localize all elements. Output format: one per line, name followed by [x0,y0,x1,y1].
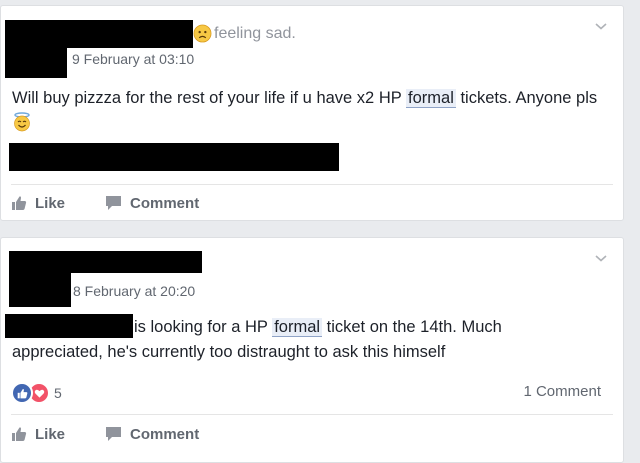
comment-button[interactable]: Comment [105,195,199,212]
thumbs-up-icon [12,196,27,210]
post-actions: Like Comment [11,188,239,218]
chevron-down-icon[interactable] [593,250,609,266]
comment-label: Comment [130,194,200,212]
highlighted-link[interactable]: formal [406,89,456,108]
comment-button[interactable]: Comment [105,426,199,443]
comment-bubble-icon [106,427,122,441]
post-card: 8 February at 20:20 is looking for a HP … [0,237,624,463]
like-reaction-icon [11,382,33,404]
feeling-text: feeling sad. [214,24,296,42]
redacted-name [5,20,193,48]
like-button[interactable]: Like [11,426,65,443]
chevron-down-icon[interactable] [593,18,609,34]
redacted-avatar [5,48,67,78]
highlighted-link[interactable]: formal [272,318,323,337]
redacted-name [9,251,202,273]
redacted-content [9,143,339,171]
post-text-line-1: is looking for a HP formal ticket on the… [134,318,502,337]
sad-face-icon [193,24,212,43]
post-text: Will buy pizzza for the rest of your lif… [12,86,612,136]
thumbs-up-icon [12,427,27,441]
comment-bubble-icon [106,196,122,210]
post-timestamp[interactable]: 8 February at 20:20 [73,283,195,299]
like-label: Like [35,194,66,212]
divider [11,184,613,185]
redacted-avatar [9,273,71,307]
smiling-halo-icon [14,112,30,132]
post-timestamp[interactable]: 9 February at 03:10 [72,51,194,67]
reaction-summary[interactable]: 5 [11,382,62,404]
post-text-line-2: appreciated, he's currently too distraug… [12,343,446,361]
reaction-count: 5 [54,385,62,401]
like-button[interactable]: Like [11,195,65,212]
comment-label: Comment [130,425,200,443]
divider [11,414,613,415]
feeling-status: feeling sad. [193,24,296,43]
comment-count-link[interactable]: 1 Comment [523,383,601,400]
like-label: Like [35,425,66,443]
post-card: feeling sad. 9 February at 03:10 Will bu… [0,5,624,221]
post-actions: Like Comment [11,419,239,449]
redacted-name-mention [5,314,133,338]
